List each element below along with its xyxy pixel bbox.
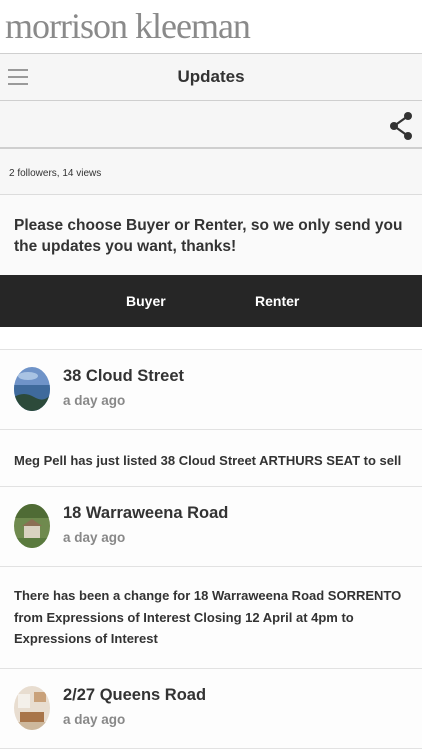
property-thumbnail <box>14 367 50 411</box>
buyer-button[interactable]: Buyer <box>126 293 166 309</box>
update-title[interactable]: 38 Cloud Street <box>63 367 184 386</box>
property-thumbnail <box>14 686 50 730</box>
update-timestamp: a day ago <box>63 530 126 545</box>
update-item-header[interactable]: 18 Warraweena Road a day ago <box>0 487 422 567</box>
hamburger-menu-icon[interactable] <box>8 69 28 85</box>
update-timestamp: a day ago <box>63 712 126 727</box>
update-title[interactable]: 2/27 Queens Road <box>63 686 206 705</box>
toolbar <box>0 101 422 149</box>
choice-bar: Buyer Renter <box>0 275 422 327</box>
update-item-header[interactable]: 2/27 Queens Road a day ago <box>0 669 422 749</box>
update-title[interactable]: 18 Warraweena Road <box>63 504 228 523</box>
title-bar: Updates <box>0 53 422 101</box>
update-body: There has been a change for 18 Warraween… <box>0 567 422 669</box>
brand-header: morrison kleeman <box>0 0 422 53</box>
update-timestamp: a day ago <box>63 393 126 408</box>
renter-button[interactable]: Renter <box>255 293 299 309</box>
page-title: Updates <box>177 67 245 86</box>
update-body: Meg Pell has just listed 38 Cloud Street… <box>0 430 422 487</box>
follower-stats: 2 followers, 14 views <box>0 149 422 195</box>
buyer-renter-prompt: Please choose Buyer or Renter, so we onl… <box>0 195 422 275</box>
divider <box>0 327 422 350</box>
property-thumbnail <box>14 504 50 548</box>
update-item-header[interactable]: 38 Cloud Street a day ago <box>0 350 422 430</box>
brand-logo: morrison kleeman <box>5 6 251 46</box>
share-icon[interactable] <box>388 111 414 141</box>
